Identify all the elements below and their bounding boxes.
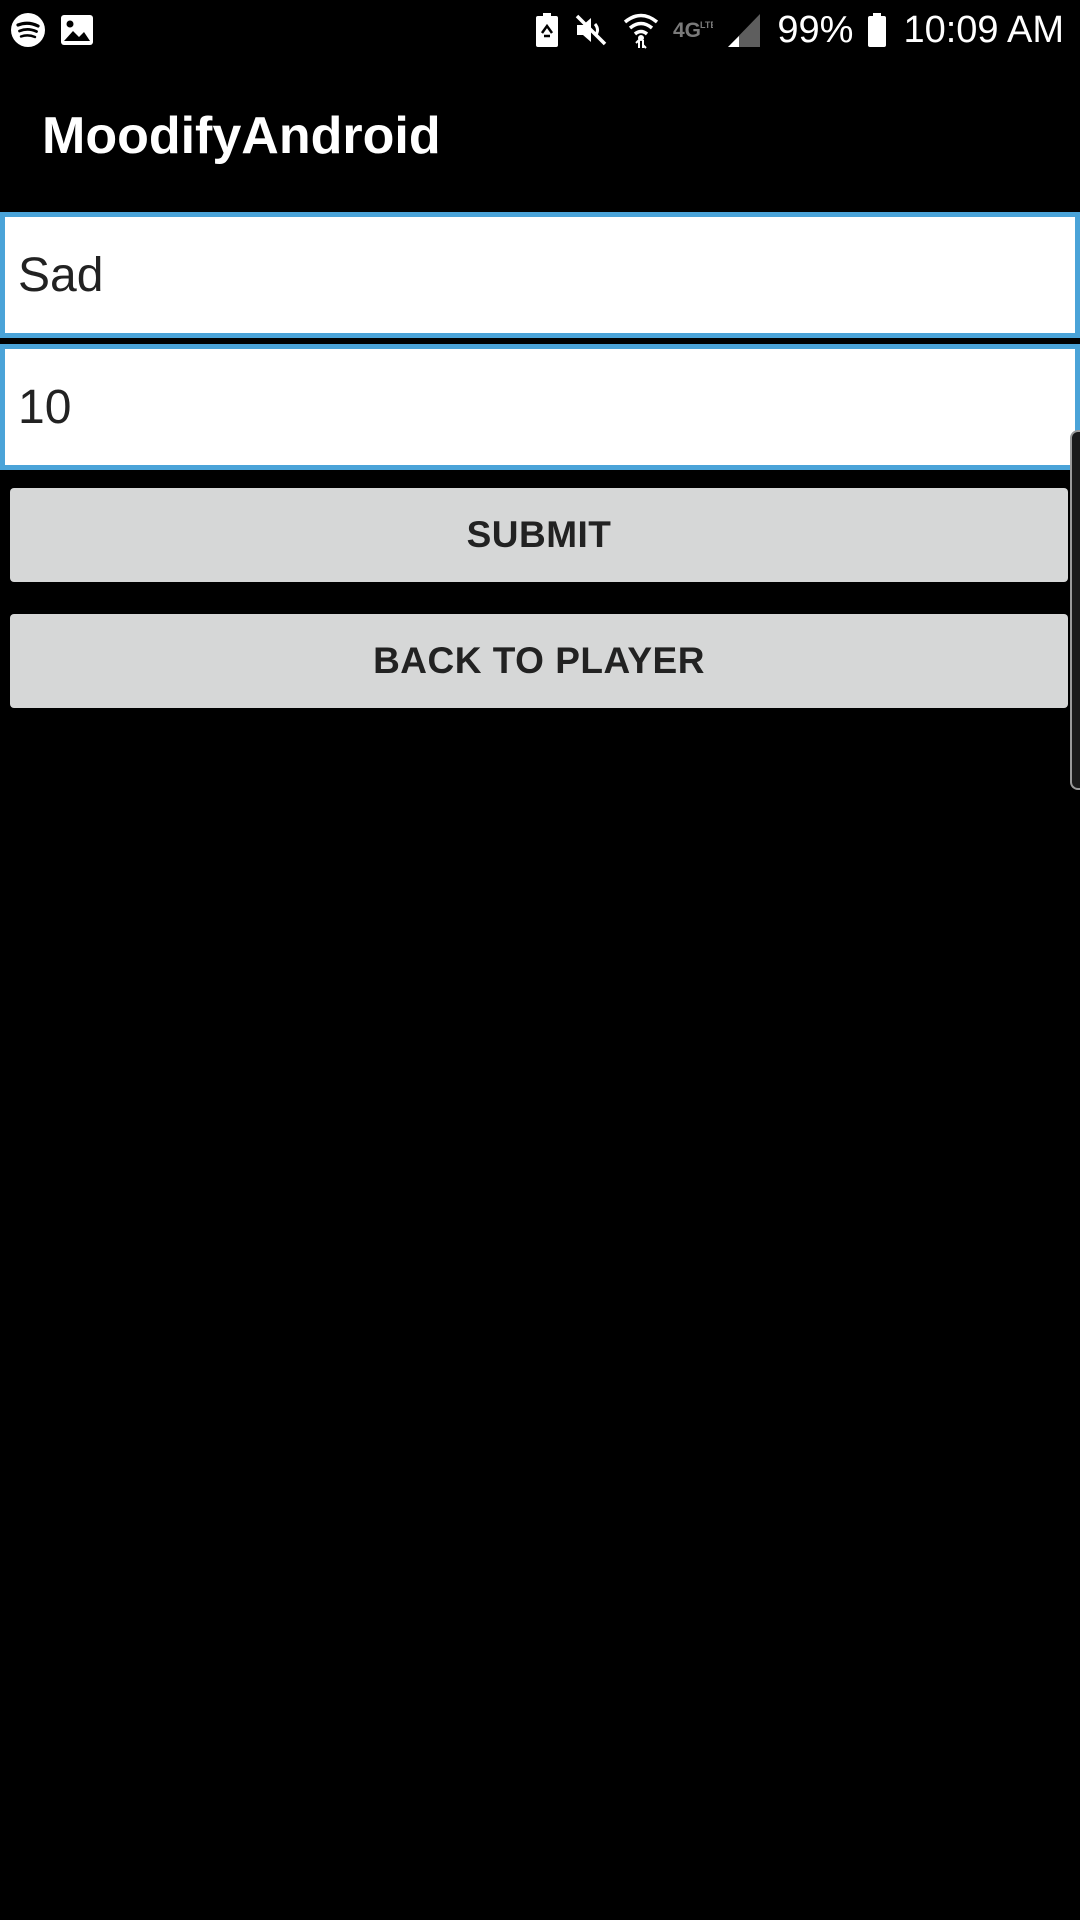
- svg-text:4G: 4G: [673, 19, 701, 42]
- clock: 10:09 AM: [903, 9, 1064, 51]
- mute-icon: [573, 12, 609, 48]
- intensity-field-container: [0, 344, 1080, 470]
- app-bar: MoodifyAndroid: [0, 60, 1080, 210]
- edge-panel-handle[interactable]: [1070, 430, 1080, 790]
- app-screen: 4G LTE 99% 10:09 AM MoodifyAndroid: [0, 0, 1080, 1920]
- status-bar-left: [10, 12, 94, 48]
- intensity-input[interactable]: [5, 349, 1075, 465]
- battery-icon: [867, 12, 887, 48]
- back-to-player-button[interactable]: BACK TO PLAYER: [10, 614, 1068, 708]
- spotify-icon: [10, 12, 46, 48]
- battery-saver-icon: [535, 12, 559, 48]
- mood-field-container: [0, 212, 1080, 338]
- 4g-lte-icon: 4G LTE: [673, 15, 713, 45]
- wifi-icon: [623, 11, 659, 49]
- signal-icon: [727, 12, 761, 48]
- status-bar: 4G LTE 99% 10:09 AM: [0, 0, 1080, 60]
- image-icon: [60, 14, 94, 46]
- status-bar-right: 4G LTE 99% 10:09 AM: [535, 8, 1064, 52]
- submit-button[interactable]: SUBMIT: [10, 488, 1068, 582]
- app-title: MoodifyAndroid: [42, 107, 441, 165]
- battery-percent: 99%: [777, 9, 854, 51]
- mood-input[interactable]: [5, 217, 1075, 333]
- svg-text:LTE: LTE: [700, 20, 713, 30]
